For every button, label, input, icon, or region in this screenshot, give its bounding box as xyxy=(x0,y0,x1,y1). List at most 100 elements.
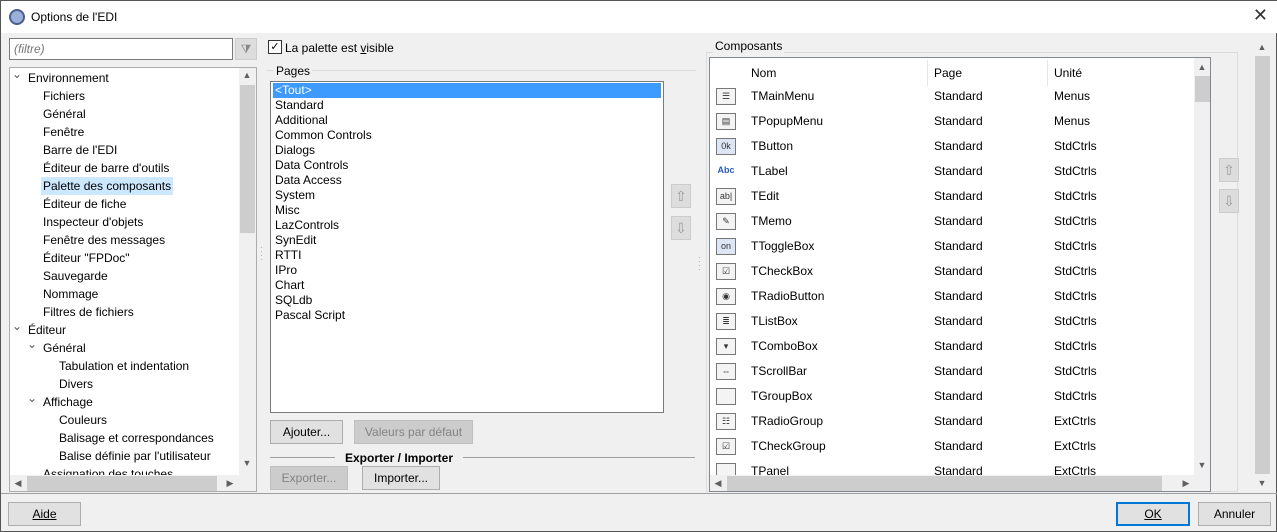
components-grid[interactable]: Nom Page Unité TPanel Standard ExtCtrls ☑ TC… xyxy=(709,57,1211,492)
page-list-item[interactable]: System xyxy=(273,188,661,203)
groupbox-icon xyxy=(716,388,736,405)
expand-chevron-icon[interactable]: ⌄ xyxy=(12,317,22,335)
tree-item[interactable]: Tabulation et indentation xyxy=(57,357,191,375)
cell-unit: ExtCtrls xyxy=(1054,439,1096,453)
page-list-item[interactable]: SQLdb xyxy=(273,293,661,308)
component-row[interactable]: ☑ TCheckBox Standard StdCtrls xyxy=(710,259,1195,284)
page-list-item[interactable]: Chart xyxy=(273,278,661,293)
tree-item[interactable]: Général xyxy=(41,105,88,123)
page-list-item[interactable]: Data Controls xyxy=(273,158,661,173)
tree-item[interactable]: Filtres de fichiers xyxy=(41,303,136,321)
tree-item[interactable]: Éditeur de fiche xyxy=(41,195,128,213)
page-list-item[interactable]: Data Access xyxy=(273,173,661,188)
import-button[interactable]: Importer... xyxy=(362,466,440,490)
page-list-item[interactable]: Misc xyxy=(273,203,661,218)
palette-visible-label[interactable]: La palette est visible xyxy=(285,41,394,55)
cell-name: TCheckGroup xyxy=(751,439,826,453)
component-row[interactable]: ab| TEdit Standard StdCtrls xyxy=(710,184,1195,209)
page-list-item[interactable]: Standard xyxy=(273,98,661,113)
tree-item[interactable]: Fenêtre xyxy=(41,123,86,141)
tree-item[interactable]: Éditeur "FPDoc" xyxy=(41,249,132,267)
page-list-item[interactable]: RTTI xyxy=(273,248,661,263)
tree-item[interactable]: Fenêtre des messages xyxy=(41,231,167,249)
column-header-page[interactable]: Page xyxy=(928,60,1048,86)
cell-unit: StdCtrls xyxy=(1054,364,1097,378)
tree-item[interactable]: Inspecteur d'objets xyxy=(41,213,145,231)
tree-item[interactable]: Balisage et correspondances xyxy=(57,429,216,447)
scrollbar-icon: ⇔ xyxy=(716,363,736,380)
component-row[interactable]: ✎ TMemo Standard StdCtrls xyxy=(710,209,1195,234)
expand-chevron-icon[interactable]: ⌄ xyxy=(12,68,22,83)
tree-item[interactable]: Balise définie par l'utilisateur xyxy=(57,447,213,465)
close-icon[interactable]: ✕ xyxy=(1253,5,1268,26)
palette-visible-checkbox[interactable]: ✓ xyxy=(268,40,282,54)
component-row[interactable]: ▾ TComboBox Standard StdCtrls xyxy=(710,334,1195,359)
component-move-up-button[interactable]: ⇧ xyxy=(1219,158,1239,182)
options-tree[interactable]: Assignation des touches Balise définie pa… xyxy=(9,67,257,492)
splitter-handle[interactable]: · · · · xyxy=(260,244,263,264)
button-icon: 0k xyxy=(716,138,736,155)
cell-unit: StdCtrls xyxy=(1054,314,1097,328)
ok-button[interactable]: OK xyxy=(1116,502,1190,526)
page-list-item[interactable]: <Tout> xyxy=(272,82,662,99)
component-row[interactable]: Abc TLabel Standard StdCtrls xyxy=(710,159,1195,184)
tree-item[interactable]: Barre de l'EDI xyxy=(41,141,119,159)
add-button[interactable]: Ajouter... xyxy=(270,420,343,444)
component-row[interactable]: ≣ TListBox Standard StdCtrls xyxy=(710,309,1195,334)
tree-item[interactable]: Fichiers xyxy=(41,87,87,105)
page-list-item[interactable]: Additional xyxy=(273,113,661,128)
page-list-item[interactable]: IPro xyxy=(273,263,661,278)
component-row[interactable]: on TToggleBox Standard StdCtrls xyxy=(710,234,1195,259)
component-move-down-button[interactable]: ⇩ xyxy=(1219,189,1239,213)
tree-item[interactable]: Couleurs xyxy=(57,411,109,429)
edit-icon: ab| xyxy=(716,188,736,205)
pages-list[interactable]: <Tout> Standard Additional Common Controls D… xyxy=(270,81,664,413)
export-button[interactable]: Exporter... xyxy=(270,466,348,490)
component-row[interactable]: ☑ TCheckGroup Standard ExtCtrls xyxy=(710,434,1195,459)
component-row[interactable]: ▤ TPopupMenu Standard Menus xyxy=(710,109,1195,134)
listbox-icon: ≣ xyxy=(716,313,736,330)
page-list-item[interactable]: SynEdit xyxy=(273,233,661,248)
page-move-up-button[interactable]: ⇧ xyxy=(671,184,691,208)
component-row[interactable]: TGroupBox Standard StdCtrls xyxy=(710,384,1195,409)
component-row[interactable]: ⇔ TScrollBar Standard StdCtrls xyxy=(710,359,1195,384)
component-row[interactable]: 0k TButton Standard StdCtrls xyxy=(710,134,1195,159)
tree-item[interactable]: Affichage xyxy=(41,393,95,411)
splitter-handle-2[interactable]: · · · · xyxy=(698,254,701,274)
column-header-unit[interactable]: Unité xyxy=(1048,60,1195,86)
page-list-item[interactable]: Common Controls xyxy=(273,128,661,143)
tree-horizontal-scrollbar[interactable]: ◀ ▶ xyxy=(10,475,256,491)
expand-chevron-icon[interactable]: ⌄ xyxy=(27,389,37,407)
component-row[interactable]: ☰ TMainMenu Standard Menus xyxy=(710,84,1195,109)
component-row[interactable]: ☷ TRadioGroup Standard ExtCtrls xyxy=(710,409,1195,434)
cancel-button[interactable]: Annuler xyxy=(1198,502,1271,526)
cell-name: TEdit xyxy=(751,189,780,203)
page-move-down-button[interactable]: ⇩ xyxy=(671,216,691,240)
tree-item[interactable]: Éditeur de barre d'outils xyxy=(41,159,171,177)
grid-horizontal-scrollbar[interactable]: ◀ ▶ xyxy=(710,475,1210,491)
checkbox-icon: ☑ xyxy=(716,263,736,280)
page-list-item[interactable]: LazControls xyxy=(273,218,661,233)
tree-item[interactable]: Éditeur xyxy=(26,321,68,339)
tree-item[interactable]: Général xyxy=(41,339,88,357)
page-list-item[interactable]: Pascal Script xyxy=(273,308,661,323)
clear-filter-icon[interactable]: ⧩ xyxy=(235,38,257,60)
page-list-item[interactable]: Dialogs xyxy=(273,143,661,158)
help-button[interactable]: Aide xyxy=(8,502,81,526)
filter-input[interactable]: (filtre) xyxy=(9,38,233,60)
components-group-label: Composants xyxy=(713,39,785,53)
page-vertical-scrollbar[interactable]: ▲ ▼ xyxy=(1254,38,1271,492)
column-header-name[interactable]: Nom xyxy=(745,60,928,86)
tree-vertical-scrollbar[interactable]: ▲ ▼ xyxy=(239,68,256,475)
tree-item[interactable]: Sauvegarde xyxy=(41,267,110,285)
component-row[interactable]: ◉ TRadioButton Standard StdCtrls xyxy=(710,284,1195,309)
cell-name: TScrollBar xyxy=(751,364,808,378)
tree-item[interactable]: Nommage xyxy=(41,285,100,303)
grid-vertical-scrollbar[interactable]: ▲ ▼ xyxy=(1194,58,1210,475)
tree-item[interactable]: Palette des composants xyxy=(41,177,174,195)
defaults-button[interactable]: Valeurs par défaut xyxy=(354,420,473,444)
tree-item[interactable]: Divers xyxy=(57,375,95,393)
cell-name: TLabel xyxy=(751,164,788,178)
tree-item[interactable]: Environnement xyxy=(26,69,111,87)
cell-page: Standard xyxy=(934,164,983,178)
